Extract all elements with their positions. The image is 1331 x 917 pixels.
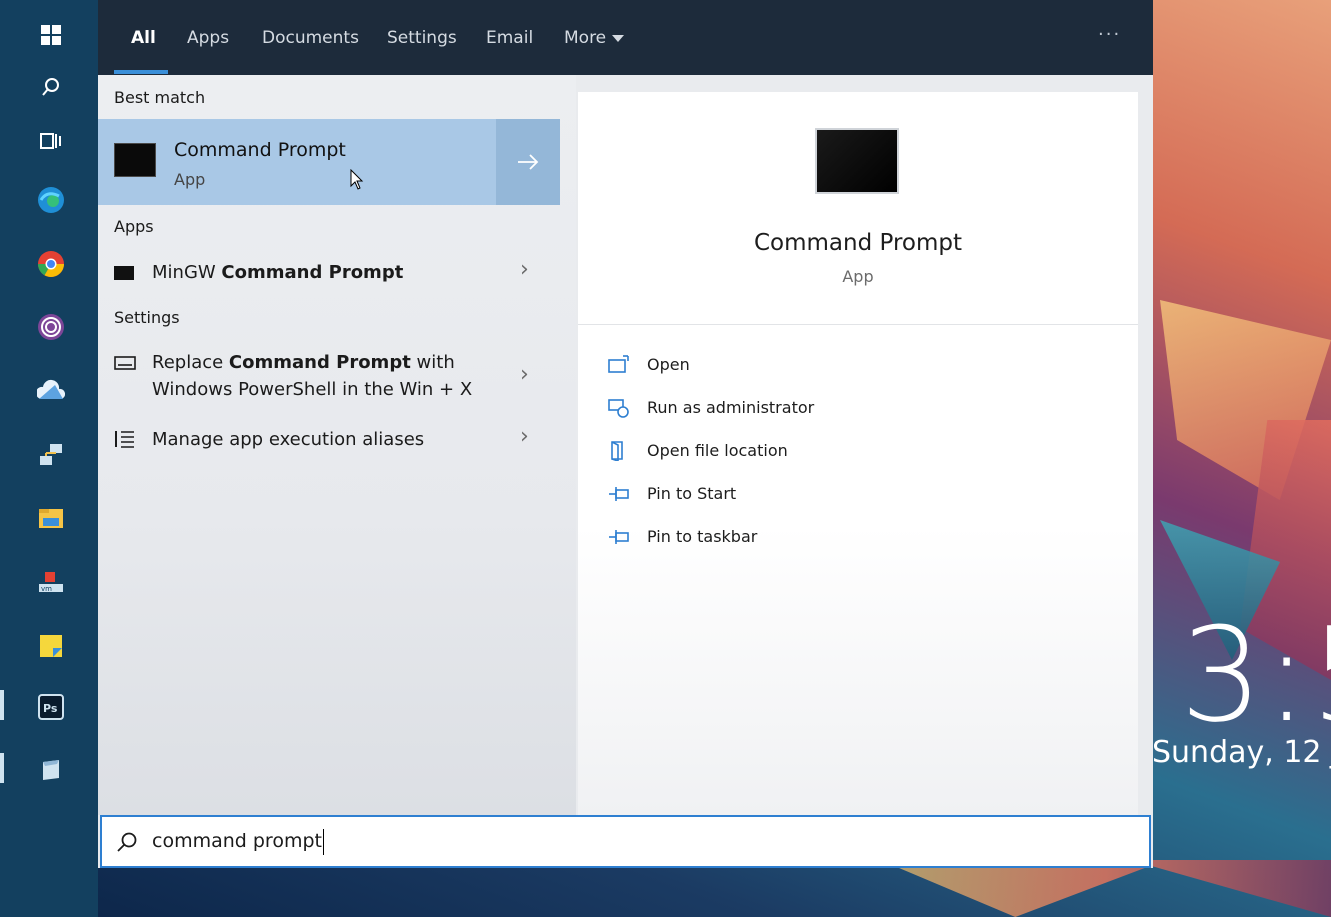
results-list: Best match Command Prompt App Apps MinGW… [98, 75, 576, 815]
open-icon [608, 355, 629, 373]
taskbar-active-indicator [0, 690, 4, 720]
settings-item-pre: Replace [152, 352, 229, 373]
lock-clock-time: 3:5 [1180, 610, 1331, 740]
pin-icon [609, 487, 629, 501]
command-prompt-large-icon [815, 128, 899, 194]
settings-item-bold: Command Prompt [228, 352, 411, 373]
action-label: Open file location [647, 441, 788, 460]
keyboard-icon [114, 356, 136, 370]
command-prompt-icon [114, 143, 156, 177]
tab-all[interactable]: All [131, 28, 156, 48]
search-input[interactable]: command prompt [152, 830, 322, 852]
command-prompt-icon [114, 266, 134, 280]
taskbar: vm Ps [0, 0, 98, 917]
file-location-icon [611, 441, 623, 461]
onedrive-icon[interactable] [36, 376, 66, 406]
search-box[interactable]: command prompt [100, 815, 1151, 868]
chrome-icon[interactable] [36, 249, 66, 279]
action-label: Run as administrator [647, 398, 815, 417]
tor-browser-icon[interactable] [36, 312, 66, 342]
chevron-right-icon: › [520, 257, 529, 282]
arrow-right-icon [518, 154, 539, 170]
active-tab-indicator [114, 70, 168, 74]
network-share-icon[interactable] [36, 440, 66, 470]
app-item-bold: Command Prompt [221, 262, 404, 283]
best-match-subtitle: App [174, 170, 206, 189]
text-caret [323, 829, 324, 855]
detail-pane: Command Prompt App Open Run as administr… [578, 92, 1138, 815]
action-label: Open [647, 355, 690, 374]
action-label: Pin to taskbar [647, 527, 758, 546]
search-icon[interactable] [36, 72, 66, 102]
app-item-prefix: MinGW [152, 262, 222, 283]
best-match-item[interactable]: Command Prompt App [98, 119, 496, 205]
settings-item-manage-aliases[interactable]: Manage app execution aliases › [98, 424, 560, 455]
best-match-title: Command Prompt [174, 139, 346, 161]
caret-down-icon [612, 34, 625, 42]
section-best-match: Best match [114, 88, 206, 107]
open-arrow-button[interactable] [496, 119, 560, 205]
svg-text:vm: vm [41, 585, 52, 593]
app-item-mingw-command-prompt[interactable]: MinGW Command Prompt › [98, 257, 560, 288]
settings-item-replace-command-prompt[interactable]: Replace Command Prompt with Windows Power… [98, 349, 560, 409]
settings-item-post: with [410, 352, 455, 373]
vmware-icon[interactable]: vm [36, 567, 66, 597]
more-options-icon[interactable]: ··· [1098, 24, 1121, 45]
task-view-icon[interactable] [36, 126, 66, 156]
section-apps: Apps [114, 217, 154, 236]
windows-start-icon[interactable] [36, 20, 66, 50]
lock-clock-date: Sunday, 12 J [1152, 735, 1331, 770]
sticky-notes-icon[interactable] [36, 631, 66, 661]
file-explorer-icon[interactable] [36, 503, 66, 533]
notepad-icon[interactable] [36, 755, 66, 785]
tab-apps[interactable]: Apps [187, 28, 229, 48]
tab-email[interactable]: Email [486, 28, 533, 48]
app-item-label: MinGW Command Prompt [152, 259, 403, 286]
search-panel: All Apps Documents Settings Email More ·… [98, 0, 1153, 868]
tab-documents[interactable]: Documents [262, 28, 359, 48]
tab-more-label: More [564, 28, 607, 48]
search-icon [117, 832, 137, 852]
edge-icon[interactable] [36, 185, 66, 215]
svg-text:Ps: Ps [43, 702, 58, 715]
pin-icon [609, 530, 629, 544]
run-as-admin-icon [608, 399, 629, 418]
action-label: Pin to Start [647, 484, 737, 503]
chevron-right-icon: › [520, 362, 529, 387]
chevron-right-icon: › [520, 424, 529, 449]
taskbar-active-indicator [0, 753, 4, 783]
section-settings: Settings [114, 308, 180, 327]
settings-item-label: Manage app execution aliases [152, 429, 425, 450]
detail-subtitle: App [842, 267, 874, 286]
photoshop-icon[interactable]: Ps [36, 692, 66, 722]
settings-item-label: Replace Command Prompt with Windows Power… [152, 349, 472, 403]
settings-item-line2: Windows PowerShell in the Win + X [152, 379, 473, 400]
list-icon [115, 431, 134, 448]
tab-more[interactable]: More [564, 28, 625, 48]
tab-settings[interactable]: Settings [387, 28, 457, 48]
detail-title: Command Prompt [753, 230, 963, 256]
mouse-cursor-icon [350, 169, 364, 190]
detail-divider [578, 324, 1138, 325]
search-filter-bar: All Apps Documents Settings Email More ·… [98, 0, 1153, 75]
wallpaper-shape [880, 860, 1331, 917]
